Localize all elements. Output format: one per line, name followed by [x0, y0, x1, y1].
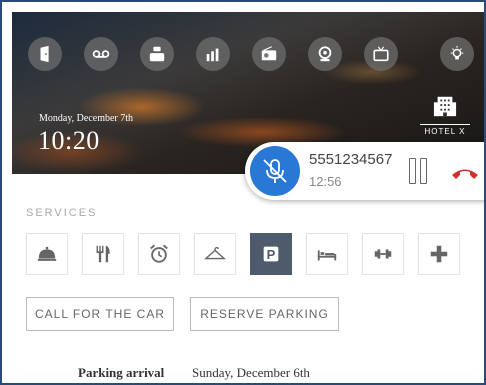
app-frame: Monday, December 7th 10:20 HOTEL X 55512…	[0, 0, 486, 385]
gym-icon[interactable]	[362, 233, 404, 275]
mute-button[interactable]	[250, 146, 300, 196]
parking-icon[interactable]: P	[250, 233, 292, 275]
housekeeping-icon[interactable]	[306, 233, 348, 275]
pause-bar-left	[409, 158, 416, 184]
radio-icon[interactable]	[252, 37, 286, 71]
door-lock-glyph	[40, 45, 49, 63]
dumbbell-glyph	[374, 249, 392, 259]
stats-glyph	[206, 48, 219, 62]
stats-icon[interactable]	[196, 37, 230, 71]
alarm-clock-glyph	[150, 244, 168, 263]
restaurant-icon[interactable]	[82, 233, 124, 275]
tv-glyph	[373, 46, 389, 62]
parking-arrival-value: Sunday, December 6th	[192, 365, 310, 380]
bed-glyph	[317, 250, 337, 261]
hotel-name: HOTEL X	[420, 124, 470, 136]
current-date: Monday, December 7th	[39, 113, 134, 124]
alarm-icon[interactable]	[138, 233, 180, 275]
hotel-logo: HOTEL X	[420, 94, 470, 136]
plus-glyph	[430, 245, 448, 263]
hold-button[interactable]	[409, 158, 429, 184]
medical-icon[interactable]	[418, 233, 460, 275]
call-duration: 12:56	[309, 174, 342, 189]
radio-glyph	[261, 46, 277, 61]
active-call-panel: 5551234567 12:56	[245, 142, 484, 200]
hang-up-icon	[452, 169, 478, 179]
hotel-building-icon	[433, 96, 457, 117]
voicemail-icon[interactable]	[84, 37, 118, 71]
pause-bar-right	[420, 158, 427, 184]
lightbulb-icon[interactable]	[440, 37, 474, 71]
laundry-icon[interactable]	[194, 233, 236, 275]
call-for-the-car-button[interactable]: CALL FOR THE CAR	[26, 297, 174, 331]
muted-microphone-icon	[263, 159, 287, 183]
hanger-glyph	[204, 246, 226, 260]
caller-number: 5551234567	[309, 151, 393, 168]
tv-icon[interactable]	[364, 37, 398, 71]
hang-up-button[interactable]	[450, 162, 480, 182]
reserve-parking-button[interactable]: RESERVE PARKING	[190, 297, 339, 331]
fork-knife-glyph	[96, 245, 110, 263]
webcam-icon[interactable]	[308, 37, 342, 71]
current-time: 10:20	[38, 126, 100, 155]
room-service-icon[interactable]	[26, 233, 68, 275]
door-lock-icon[interactable]	[28, 37, 62, 71]
voicemail-glyph	[92, 50, 110, 58]
quick-actions-row	[28, 37, 484, 77]
lightbulb-glyph	[450, 45, 464, 60]
parking-arrival-label: Parking arrival	[78, 365, 165, 380]
services-heading: SERVICES	[26, 207, 98, 219]
youtube-icon[interactable]	[140, 37, 174, 71]
cloche-glyph	[37, 246, 57, 261]
youtube-glyph	[149, 46, 165, 62]
parking-letter: P	[266, 246, 276, 262]
webcam-glyph	[318, 46, 332, 62]
